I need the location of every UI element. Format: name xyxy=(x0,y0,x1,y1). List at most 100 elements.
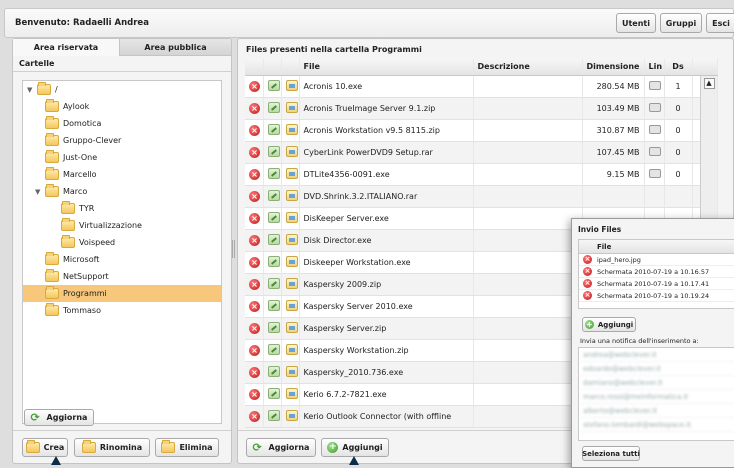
rinomina-button[interactable]: Rinomina xyxy=(74,438,150,457)
tree-item-root[interactable]: ▼ / xyxy=(27,81,58,98)
edit-icon[interactable] xyxy=(267,387,280,399)
table-row[interactable]: × DVD.Shrink.3.2.ITALIANO.rar xyxy=(245,185,718,208)
remove-icon[interactable]: × xyxy=(583,291,592,300)
edit-icon[interactable] xyxy=(267,277,280,289)
remove-icon[interactable]: × xyxy=(583,255,592,264)
edit-icon[interactable] xyxy=(267,321,280,333)
tree-item-virtualizzazione[interactable]: Virtualizzazione xyxy=(61,217,142,234)
delete-icon[interactable]: × xyxy=(249,278,260,290)
delete-icon[interactable]: × xyxy=(249,322,260,334)
delete-icon[interactable]: × xyxy=(249,300,260,312)
preview-icon[interactable] xyxy=(285,233,298,245)
notify-recipient[interactable]: damiano@webclever.it xyxy=(579,376,734,390)
seleziona-tutti-button[interactable]: Seleziona tutti xyxy=(582,446,640,461)
edit-icon[interactable] xyxy=(267,255,280,267)
notify-recipient[interactable]: edoardo@webclever.it xyxy=(579,362,734,376)
edit-icon[interactable] xyxy=(267,145,280,157)
edit-icon[interactable] xyxy=(267,101,280,113)
tree-item-microsoft[interactable]: Microsoft xyxy=(45,251,99,268)
dialog-aggiungi-button[interactable]: + Aggiungi xyxy=(582,317,636,332)
column-descrizione[interactable]: Descrizione xyxy=(473,59,583,76)
expand-arrow-icon[interactable]: ▼ xyxy=(35,188,41,196)
upload-list-item[interactable]: × Schermata 2010-07-19 a 10.19.24 xyxy=(579,290,734,302)
file-name-cell[interactable]: DTLite4356-0091.exe xyxy=(299,163,474,186)
esci-button[interactable]: Esci xyxy=(706,13,734,33)
tree-item-gruppo-clever[interactable]: Gruppo-Clever xyxy=(45,132,121,149)
preview-icon[interactable] xyxy=(285,255,298,267)
remove-icon[interactable]: × xyxy=(583,279,592,288)
delete-icon[interactable]: × xyxy=(249,102,260,114)
delete-icon[interactable]: × xyxy=(249,80,260,92)
edit-icon[interactable] xyxy=(267,233,280,245)
preview-icon[interactable] xyxy=(285,277,298,289)
link-icon[interactable] xyxy=(648,80,661,90)
tree-item-voispeed[interactable]: Voispeed xyxy=(61,234,115,251)
column-dimensione[interactable]: Dimensione xyxy=(582,59,645,76)
tree-item-tyr[interactable]: TYR xyxy=(61,200,94,217)
preview-icon[interactable] xyxy=(285,409,298,421)
scroll-up-icon[interactable]: ▲ xyxy=(703,78,715,89)
edit-icon[interactable] xyxy=(267,409,280,421)
file-name-cell[interactable]: DisKeeper Server.exe xyxy=(299,207,474,230)
splitter-handle[interactable] xyxy=(232,240,235,258)
file-name-cell[interactable]: Disk Director.exe xyxy=(299,229,474,252)
tab-area-riservata[interactable]: Area riservata xyxy=(13,39,120,56)
file-name-cell[interactable]: Kaspersky Workstation.zip xyxy=(299,339,474,362)
edit-icon[interactable] xyxy=(267,79,280,91)
gruppi-button[interactable]: Gruppi xyxy=(660,13,702,33)
preview-icon[interactable] xyxy=(285,145,298,157)
aggiungi-files-button[interactable]: + Aggiungi xyxy=(321,438,389,457)
file-name-cell[interactable]: Acronis TrueImage Server 9.1.zip xyxy=(299,97,474,120)
preview-icon[interactable] xyxy=(285,189,298,201)
delete-icon[interactable]: × xyxy=(249,146,260,158)
utenti-button[interactable]: Utenti xyxy=(616,13,656,33)
delete-icon[interactable]: × xyxy=(249,190,260,202)
tree-item-tommaso[interactable]: Tommaso xyxy=(45,302,101,319)
delete-icon[interactable]: × xyxy=(249,168,260,180)
notify-recipient[interactable]: marco.rossi@meinformatica.it xyxy=(579,390,734,404)
preview-icon[interactable] xyxy=(285,343,298,355)
delete-icon[interactable]: × xyxy=(249,234,260,246)
crea-button[interactable]: Crea xyxy=(22,438,68,457)
preview-icon[interactable] xyxy=(285,321,298,333)
delete-icon[interactable]: × xyxy=(249,344,260,356)
aggiorna-tree-button[interactable]: Aggiorna xyxy=(24,409,94,426)
tree-item-programmi[interactable]: Programmi xyxy=(23,285,221,302)
file-name-cell[interactable]: Kaspersky Server.zip xyxy=(299,317,474,340)
file-name-cell[interactable]: Kaspersky_2010.736.exe xyxy=(299,361,474,384)
preview-icon[interactable] xyxy=(285,123,298,135)
table-row[interactable]: × CyberLink PowerDVD9 Setup.rar 107.45 MB 0 xyxy=(245,141,718,164)
delete-icon[interactable]: × xyxy=(249,366,260,378)
delete-icon[interactable]: × xyxy=(249,212,260,224)
file-name-cell[interactable]: CyberLink PowerDVD9 Setup.rar xyxy=(299,141,474,164)
file-name-cell[interactable]: Kerio Outlook Connector (with offline xyxy=(299,405,474,428)
table-row[interactable]: × Acronis TrueImage Server 9.1.zip 103.49 … xyxy=(245,97,718,120)
tree-item-netsupport[interactable]: NetSupport xyxy=(45,268,109,285)
link-icon[interactable] xyxy=(648,146,661,156)
elimina-button[interactable]: Elimina xyxy=(155,438,219,457)
tree-item-just-one[interactable]: Just-One xyxy=(45,149,97,166)
preview-icon[interactable] xyxy=(285,167,298,179)
preview-icon[interactable] xyxy=(285,365,298,377)
delete-icon[interactable]: × xyxy=(249,124,260,136)
upload-list-item[interactable]: × ipad_hero.jpg xyxy=(579,254,734,266)
tree-item-marcello[interactable]: Marcello xyxy=(45,166,97,183)
edit-icon[interactable] xyxy=(267,299,280,311)
file-name-cell[interactable]: Kaspersky 2009.zip xyxy=(299,273,474,296)
upload-list-item[interactable]: × Schermata 2010-07-19 a 10.17.41 xyxy=(579,278,734,290)
tree-item-aylook[interactable]: Aylook xyxy=(45,98,89,115)
file-name-cell[interactable]: Kaspersky Server 2010.exe xyxy=(299,295,474,318)
file-name-cell[interactable]: DVD.Shrink.3.2.ITALIANO.rar xyxy=(299,185,474,208)
notify-recipient[interactable]: alberto@webclever.it xyxy=(579,404,734,418)
column-lin[interactable]: Lin xyxy=(644,59,665,76)
edit-icon[interactable] xyxy=(267,189,280,201)
tree-item-domotica[interactable]: Domotica xyxy=(45,115,101,132)
notify-recipient[interactable]: stefano.lombardi@webspace.it xyxy=(579,418,734,432)
delete-icon[interactable]: × xyxy=(249,256,260,268)
link-icon[interactable] xyxy=(648,124,661,134)
table-row[interactable]: × Acronis Workstation v9.5 8115.zip 310.87… xyxy=(245,119,718,142)
expand-arrow-icon[interactable]: ▼ xyxy=(27,86,33,94)
column-file[interactable]: File xyxy=(299,59,474,76)
upload-list-item[interactable]: × Schermata 2010-07-19 a 10.16.57 xyxy=(579,266,734,278)
preview-icon[interactable] xyxy=(285,79,298,91)
